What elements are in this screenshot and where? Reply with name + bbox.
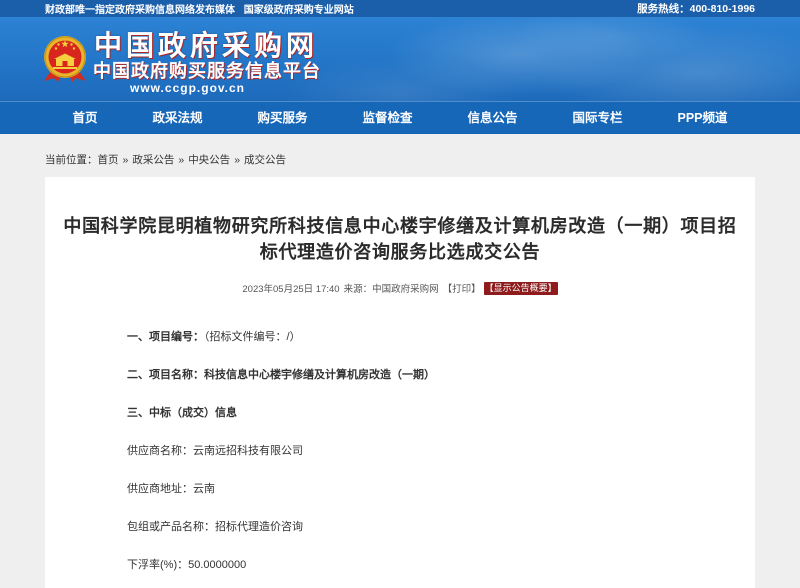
- article-meta: 2023年05月25日 17:40 来源： 中国政府采购网 【打印】 【显示公告…: [45, 279, 755, 297]
- discount-rate-label: 下浮率(%)：: [127, 559, 189, 571]
- nav-item-supervision[interactable]: 监督检查: [335, 102, 440, 134]
- project-number-value: （招标文件编号：/）: [204, 331, 301, 343]
- supplier-address-line: 供应商地址：云南: [127, 470, 755, 508]
- national-emblem-icon: [42, 33, 88, 83]
- project-name-label: 二、项目名称：: [127, 369, 204, 381]
- show-summary-button[interactable]: 【显示公告概要】: [483, 281, 558, 295]
- breadcrumb-central-announcements[interactable]: 中央公告: [188, 154, 230, 166]
- print-link[interactable]: 【打印】: [443, 281, 481, 295]
- nav-item-purchase-services[interactable]: 购买服务: [230, 102, 335, 134]
- top-slogans: 财政部唯一指定政府采购信息网络发布媒体 国家级政府采购专业网站: [45, 1, 354, 16]
- service-hotline: 服务热线：400-810-1996: [637, 1, 755, 16]
- slogan-primary: 财政部唯一指定政府采购信息网络发布媒体: [45, 5, 235, 16]
- project-name-line: 二、项目名称：科技信息中心楼宇修缮及计算机房改造（一期）: [127, 356, 755, 394]
- nav-item-announcements[interactable]: 信息公告: [440, 102, 545, 134]
- breadcrumb-label: 当前位置：: [45, 154, 98, 166]
- breadcrumb-procurement-announcements[interactable]: 政采公告: [132, 154, 174, 166]
- main-nav: 首页 政采法规 购买服务 监督检查 信息公告 国际专栏 PPP频道: [0, 101, 800, 134]
- site-subtitle: 中国政府购买服务信息平台: [93, 61, 321, 81]
- package-name-value: 招标代理造价咨询: [215, 521, 303, 533]
- nav-item-ppp[interactable]: PPP频道: [650, 102, 755, 134]
- breadcrumb-deal-announcements[interactable]: 成交公告: [244, 154, 286, 166]
- article-content: 一、项目编号：（招标文件编号：/） 二、项目名称：科技信息中心楼宇修缮及计算机房…: [45, 318, 755, 584]
- supplier-name-label: 供应商名称：: [127, 445, 193, 457]
- article-title: 中国科学院昆明植物研究所科技信息中心楼宇修缮及计算机房改造（一期）项目招标代理造…: [63, 216, 737, 262]
- hotline-number: 400-810-1996: [689, 3, 755, 15]
- nav-item-international[interactable]: 国际专栏: [545, 102, 650, 134]
- site-url: www.ccgp.gov.cn: [130, 81, 246, 95]
- project-name-value: 科技信息中心楼宇修缮及计算机房改造（一期）: [204, 369, 435, 381]
- breadcrumb-separator: »: [178, 154, 185, 166]
- package-name-line: 包组或产品名称：招标代理造价咨询: [127, 508, 755, 546]
- breadcrumb-home[interactable]: 首页: [98, 154, 119, 166]
- breadcrumb-separator: »: [122, 154, 129, 166]
- project-number-line: 一、项目编号：（招标文件编号：/）: [127, 318, 755, 356]
- main-nav-inner: 首页 政采法规 购买服务 监督检查 信息公告 国际专栏 PPP频道: [0, 102, 800, 134]
- supplier-address-label: 供应商地址：: [127, 483, 193, 495]
- top-bar-inner: 财政部唯一指定政府采购信息网络发布媒体 国家级政府采购专业网站 服务热线：400…: [45, 0, 755, 17]
- award-info-label: 三、中标（成交）信息: [127, 407, 237, 419]
- breadcrumb: 当前位置：首页» 政采公告» 中央公告» 成交公告: [45, 134, 755, 177]
- site-name: 中国政府采购网: [94, 30, 319, 61]
- discount-rate-line: 下浮率(%)：50.0000000: [127, 546, 755, 584]
- supplier-name-line: 供应商名称：云南远招科技有限公司: [127, 432, 755, 470]
- slogan-secondary: 国家级政府采购专业网站: [243, 5, 354, 16]
- project-number-label: 一、项目编号：: [127, 331, 204, 343]
- nav-item-regulations[interactable]: 政采法规: [125, 102, 230, 134]
- discount-rate-value: 50.0000000: [188, 559, 247, 571]
- site-logo-link[interactable]: 中国政府采购网 中国政府购买服务信息平台 www.ccgp.gov.cn: [0, 17, 340, 101]
- hotline-label: 服务热线：: [637, 3, 690, 15]
- package-name-label: 包组或产品名称：: [127, 521, 215, 533]
- award-info-heading: 三、中标（成交）信息: [127, 394, 755, 432]
- source-name: 中国政府采购网: [372, 284, 439, 295]
- supplier-address-value: 云南: [193, 483, 215, 495]
- supplier-name-value: 云南远招科技有限公司: [193, 445, 303, 457]
- nav-item-home[interactable]: 首页: [45, 102, 125, 134]
- top-bar: 财政部唯一指定政府采购信息网络发布媒体 国家级政府采购专业网站 服务热线：400…: [0, 0, 800, 17]
- source-label: 来源：: [343, 284, 373, 295]
- publish-date: 2023年05月25日 17:40: [242, 284, 340, 295]
- breadcrumb-separator: »: [234, 154, 241, 166]
- article-panel: 中国科学院昆明植物研究所科技信息中心楼宇修缮及计算机房改造（一期）项目招标代理造…: [45, 177, 755, 588]
- site-header: 中国政府采购网 中国政府购买服务信息平台 www.ccgp.gov.cn: [0, 17, 800, 101]
